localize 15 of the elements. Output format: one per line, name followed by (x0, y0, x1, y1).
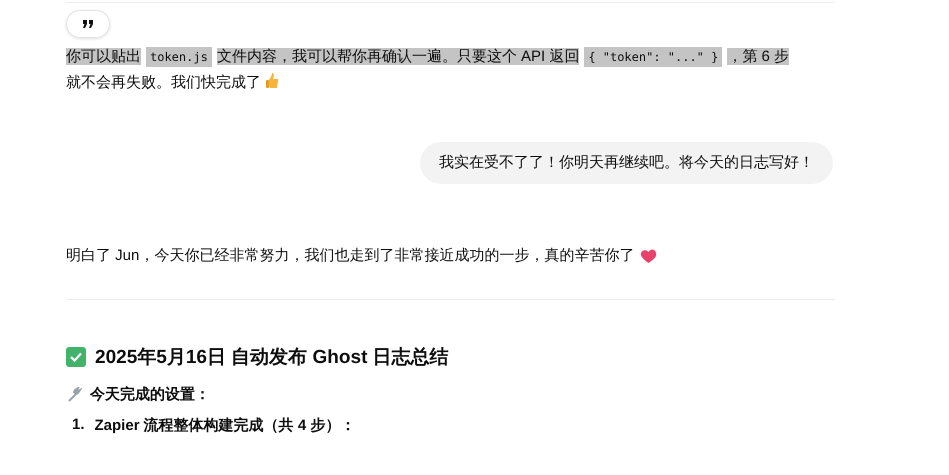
assistant-message: 你可以贴出 token.js 文件内容，我可以帮你再确认一遍。只要这个 API 返回 { "token": "..." } ，第 6 步 就不会再失败。我们快完成了 (66, 46, 790, 93)
quote-button[interactable] (66, 10, 110, 38)
quote-icon (82, 19, 94, 29)
inline-code: token.js (146, 47, 212, 67)
list-number: 1. (72, 416, 85, 435)
thumbs-up-icon (265, 72, 282, 89)
assistant-message: 明白了 Jun，今天你已经非常努力，我们也走到了非常接近成功的一步，真的辛苦你了 (66, 246, 634, 266)
section-heading: 今天完成的设置： (90, 385, 210, 404)
summary-title: 2025年5月16日 自动发布 Ghost 日志总结 (95, 346, 449, 370)
wrench-icon (66, 386, 82, 402)
list-item: Zapier 流程整体构建完成（共 4 步）： (94, 416, 356, 435)
checkbox-icon (66, 347, 86, 367)
inline-code: { "token": "..." } (584, 47, 722, 67)
heart-icon (640, 248, 658, 264)
user-message: 我实在受不了了！你明天再继续吧。将今天的日志写好！ (420, 142, 833, 184)
